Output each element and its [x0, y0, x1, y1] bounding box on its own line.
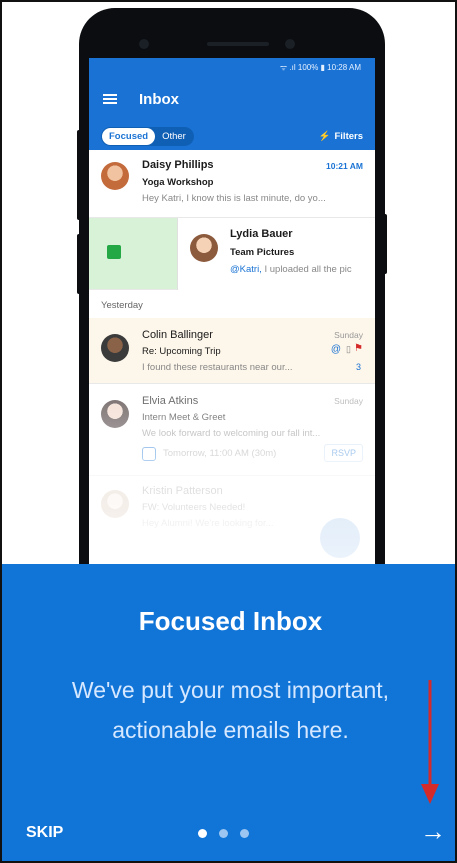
- message-preview: Hey Katri, I know this is last minute, d…: [142, 193, 326, 204]
- skip-button[interactable]: SKIP: [26, 824, 63, 842]
- page-indicator: [198, 829, 249, 838]
- thread-count: 3: [355, 362, 361, 372]
- tab-other[interactable]: Other: [155, 128, 193, 145]
- phone-mockup: ᯤ .ıl 100% ▮ 10:28 AM Inbox Focused Othe…: [79, 8, 385, 608]
- sender-name: Elvia Atkins: [142, 395, 199, 407]
- avatar: [101, 162, 129, 190]
- front-camera-icon: [285, 39, 295, 49]
- phone-side-button: [77, 130, 81, 220]
- message-time: Sunday: [334, 330, 363, 340]
- filter-bar: Focused Other ⚡ Filters: [89, 122, 375, 150]
- lightning-icon: ⚡: [318, 130, 331, 142]
- page-dot-active: [198, 829, 207, 838]
- avatar: [101, 334, 129, 362]
- message-subject: FW: Volunteers Needed!: [142, 502, 246, 513]
- filters-button[interactable]: ⚡ Filters: [319, 131, 363, 142]
- status-bar: ᯤ .ıl 100% ▮ 10:28 AM: [89, 58, 375, 76]
- tab-focused[interactable]: Focused: [102, 127, 156, 145]
- message-subject: Yoga Workshop: [142, 177, 214, 188]
- compose-button[interactable]: [320, 518, 360, 558]
- list-item[interactable]: Elvia Atkins Sunday Intern Meet & Greet …: [89, 384, 375, 476]
- message-subject: Intern Meet & Greet: [142, 412, 226, 423]
- onboarding-body: We've put your most important, actionabl…: [71, 677, 390, 743]
- page-title: Inbox: [139, 90, 179, 108]
- message-time: Sunday: [334, 396, 363, 406]
- section-header: Yesterday: [89, 290, 375, 318]
- red-arrow-annotation: [421, 680, 439, 804]
- sender-name: Lydia Bauer: [230, 228, 293, 240]
- archive-icon[interactable]: [107, 245, 121, 259]
- message-time: 10:21 AM: [325, 161, 363, 171]
- onboarding-title: Focused Inbox: [138, 606, 323, 636]
- phone-screen: ᯤ .ıl 100% ▮ 10:28 AM Inbox Focused Othe…: [89, 58, 375, 606]
- mention[interactable]: @Katri,: [230, 264, 262, 275]
- calendar-icon: [142, 447, 156, 461]
- message-preview: We look forward to welcoming our fall in…: [142, 428, 321, 439]
- sender-name: Colin Ballinger: [142, 329, 213, 341]
- sensor-icon: [139, 39, 149, 49]
- avatar: [101, 490, 129, 518]
- list-item-swiped[interactable]: Lydia Bauer Team Pictures @Katri, I uplo…: [89, 218, 375, 290]
- mention-icon: @: [330, 344, 341, 355]
- swiped-message-card: Lydia Bauer Team Pictures @Katri, I uplo…: [177, 218, 375, 290]
- message-preview: I found these restaurants near our...: [142, 362, 293, 373]
- section-label-yesterday: Yesterday: [101, 300, 143, 311]
- list-item[interactable]: Colin Ballinger Sunday Re: Upcoming Trip…: [89, 318, 375, 384]
- onboarding-panel: Focused Inbox We've put your most import…: [2, 564, 455, 861]
- message-subject: Re: Upcoming Trip: [142, 346, 221, 357]
- message-list: Daisy Phillips 10:21 AM Yoga Workshop He…: [89, 150, 375, 546]
- event-time: Tomorrow, 11:00 AM (30m): [163, 448, 277, 459]
- page-dot: [219, 829, 228, 838]
- flag-icon[interactable]: ⚑: [354, 343, 363, 354]
- message-preview: @Katri, I uploaded all the pic: [230, 264, 352, 275]
- inbox-tab-switch: Focused Other: [101, 126, 194, 146]
- phone-side-button: [77, 234, 81, 294]
- page-dot: [240, 829, 249, 838]
- filters-label: Filters: [334, 130, 363, 142]
- menu-icon[interactable]: [103, 94, 117, 104]
- message-preview: Hey Alumni! We're looking for...: [142, 518, 274, 529]
- attachment-icon: ▯: [346, 344, 351, 354]
- earpiece-speaker: [207, 42, 269, 46]
- app-bar: Inbox: [89, 76, 375, 122]
- sender-name: Daisy Phillips: [142, 159, 214, 171]
- status-text: ᯤ .ıl 100% ▮ 10:28 AM: [279, 62, 361, 72]
- phone-side-button: [383, 214, 387, 274]
- rsvp-button[interactable]: RSVP: [324, 444, 363, 462]
- next-arrow-icon[interactable]: →: [420, 816, 446, 847]
- avatar: [190, 234, 218, 262]
- sender-name: Kristin Patterson: [142, 485, 223, 497]
- message-subject: Team Pictures: [230, 247, 295, 258]
- screenshot-frame: ᯤ .ıl 100% ▮ 10:28 AM Inbox Focused Othe…: [0, 0, 457, 863]
- avatar: [101, 400, 129, 428]
- list-item[interactable]: Daisy Phillips 10:21 AM Yoga Workshop He…: [89, 150, 375, 218]
